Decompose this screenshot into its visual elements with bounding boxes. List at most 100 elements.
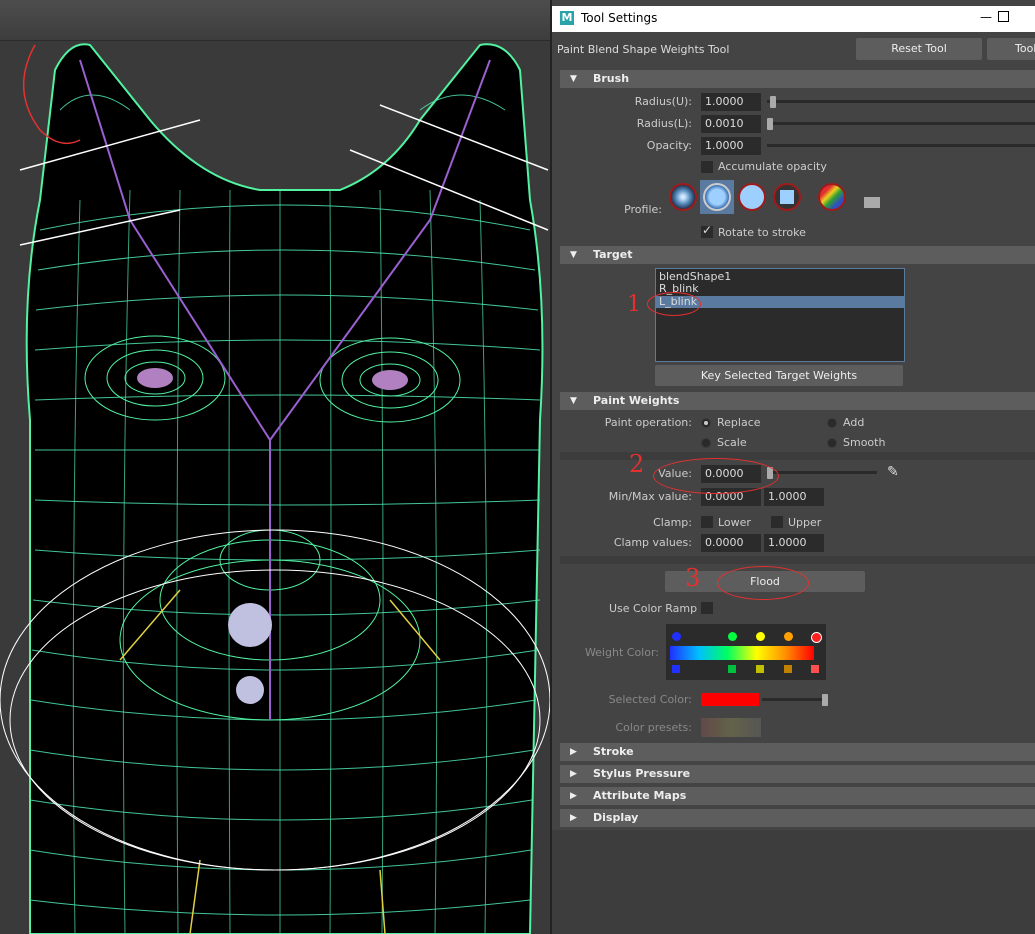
- section-brush[interactable]: ▼ Brush: [560, 70, 1035, 88]
- expanded-triangle-icon: ▼: [570, 396, 577, 406]
- collapsed-triangle-icon: ▶: [570, 791, 577, 801]
- ramp-stop-handle[interactable]: [784, 632, 793, 641]
- clamp-lower-label: Lower: [718, 516, 751, 529]
- max-value-field[interactable]: 1.0000: [764, 488, 824, 506]
- expanded-triangle-icon: ▼: [570, 74, 577, 84]
- ramp-stop-marker[interactable]: [756, 665, 764, 673]
- tool-settings-panel: M Tool Settings — Paint Blend Shape Weig…: [550, 0, 1035, 934]
- viewport-3d[interactable]: [0, 0, 550, 934]
- section-paint-weights-label: Paint Weights: [593, 394, 680, 407]
- radius-l-slider[interactable]: [767, 122, 1035, 125]
- smooth-label: Smooth: [843, 436, 886, 449]
- replace-label: Replace: [717, 416, 761, 429]
- section-stylus-pressure-label: Stylus Pressure: [593, 767, 691, 780]
- ramp-stop-handle[interactable]: [728, 632, 737, 641]
- clamp-lower-checkbox[interactable]: [701, 516, 713, 528]
- ramp-stop-marker[interactable]: [811, 665, 819, 673]
- section-stroke[interactable]: ▶ Stroke: [560, 743, 1035, 761]
- reset-tool-button[interactable]: Reset Tool: [856, 38, 982, 60]
- profile-square-icon[interactable]: [773, 183, 801, 211]
- replace-radio[interactable]: [701, 418, 711, 428]
- use-color-ramp-checkbox[interactable]: [701, 602, 713, 614]
- scale-radio[interactable]: [701, 438, 711, 448]
- use-color-ramp-label: Use Color Ramp: [609, 602, 698, 615]
- value-slider[interactable]: [767, 471, 877, 474]
- add-radio[interactable]: [827, 418, 837, 428]
- minimize-icon[interactable]: —: [980, 10, 992, 24]
- tool-name: Paint Blend Shape Weights Tool: [557, 43, 730, 56]
- smooth-radio[interactable]: [827, 438, 837, 448]
- profile-texture-icon[interactable]: [818, 183, 846, 211]
- add-label: Add: [843, 416, 865, 429]
- selected-color-label: Selected Color:: [608, 693, 692, 706]
- collapsed-triangle-icon: ▶: [570, 747, 577, 757]
- minmax-value-label: Min/Max value:: [608, 490, 692, 503]
- selected-color-slider[interactable]: [762, 698, 827, 701]
- radius-l-label: Radius(L):: [636, 117, 692, 130]
- clamp-min-field[interactable]: 0.0000: [701, 534, 761, 552]
- radius-u-slider[interactable]: [767, 100, 1035, 103]
- collapsed-triangle-icon: ▶: [570, 813, 577, 823]
- weight-color-ramp[interactable]: [666, 624, 826, 680]
- radius-l-field[interactable]: 0.0010: [701, 115, 761, 133]
- color-presets-swatches[interactable]: [701, 718, 761, 737]
- section-brush-label: Brush: [593, 72, 630, 85]
- ramp-stop-marker[interactable]: [784, 665, 792, 673]
- radius-u-field[interactable]: 1.0000: [701, 93, 761, 111]
- selected-color-slider-handle[interactable]: [822, 694, 828, 706]
- accumulate-opacity-label: Accumulate opacity: [718, 160, 827, 173]
- profile-gaussian-icon[interactable]: [669, 183, 697, 211]
- title-bar: M Tool Settings —: [552, 6, 1035, 32]
- folder-icon[interactable]: [864, 197, 880, 208]
- eyedropper-icon[interactable]: ✎: [887, 464, 899, 480]
- panel-empty-area: [552, 830, 1035, 934]
- section-stroke-label: Stroke: [593, 745, 634, 758]
- ramp-stop-handle[interactable]: [672, 632, 681, 641]
- color-ramp-bar: [670, 646, 814, 660]
- ramp-stop-handle-selected[interactable]: [811, 632, 822, 643]
- radius-u-slider-handle[interactable]: [770, 96, 776, 108]
- clamp-values-label: Clamp values:: [613, 536, 692, 549]
- annotation-number: 3: [685, 564, 701, 592]
- section-attribute-maps[interactable]: ▶ Attribute Maps: [560, 787, 1035, 805]
- annotation-circle: [653, 458, 779, 494]
- radius-u-label: Radius(U):: [634, 95, 692, 108]
- target-list[interactable]: blendShape1 R_blink L_blink: [655, 268, 905, 362]
- key-selected-target-weights-button[interactable]: Key Selected Target Weights: [655, 365, 903, 386]
- tool-help-button[interactable]: Tool: [987, 38, 1035, 60]
- clamp-upper-label: Upper: [788, 516, 822, 529]
- radius-l-slider-handle[interactable]: [767, 118, 773, 130]
- annotation-circle: [647, 292, 701, 316]
- wireframe-model: [0, 43, 550, 934]
- divider: [560, 556, 1035, 564]
- section-paint-weights[interactable]: ▼ Paint Weights: [560, 392, 1035, 410]
- ramp-stop-marker[interactable]: [728, 665, 736, 673]
- weight-color-label: Weight Color:: [584, 646, 659, 659]
- annotation-number: 2: [629, 450, 645, 478]
- paint-operation-label: Paint operation:: [604, 416, 692, 429]
- clamp-upper-checkbox[interactable]: [771, 516, 783, 528]
- clamp-max-field[interactable]: 1.0000: [764, 534, 824, 552]
- maya-logo-icon: M: [560, 11, 574, 25]
- section-attribute-maps-label: Attribute Maps: [593, 789, 687, 802]
- maximize-icon[interactable]: [998, 11, 1009, 22]
- selected-color-swatch[interactable]: [701, 693, 759, 706]
- profile-soft-icon[interactable]: [703, 183, 731, 211]
- annotation-number: 1: [627, 292, 641, 317]
- opacity-field[interactable]: 1.0000: [701, 137, 761, 155]
- rotate-to-stroke-checkbox[interactable]: [701, 223, 713, 238]
- accumulate-opacity-checkbox[interactable]: [701, 161, 713, 173]
- ramp-stop-handle[interactable]: [756, 632, 765, 641]
- scale-label: Scale: [717, 436, 747, 449]
- section-display[interactable]: ▶ Display: [560, 809, 1035, 827]
- section-stylus-pressure[interactable]: ▶ Stylus Pressure: [560, 765, 1035, 783]
- expanded-triangle-icon: ▼: [570, 250, 577, 260]
- opacity-slider[interactable]: [767, 144, 1035, 147]
- profile-solid-icon[interactable]: [738, 183, 766, 211]
- section-target[interactable]: ▼ Target: [560, 246, 1035, 264]
- ramp-stop-marker[interactable]: [672, 665, 680, 673]
- window-title: Tool Settings: [581, 11, 658, 25]
- section-target-label: Target: [593, 248, 633, 261]
- opacity-label: Opacity:: [646, 139, 692, 152]
- section-display-label: Display: [593, 811, 639, 824]
